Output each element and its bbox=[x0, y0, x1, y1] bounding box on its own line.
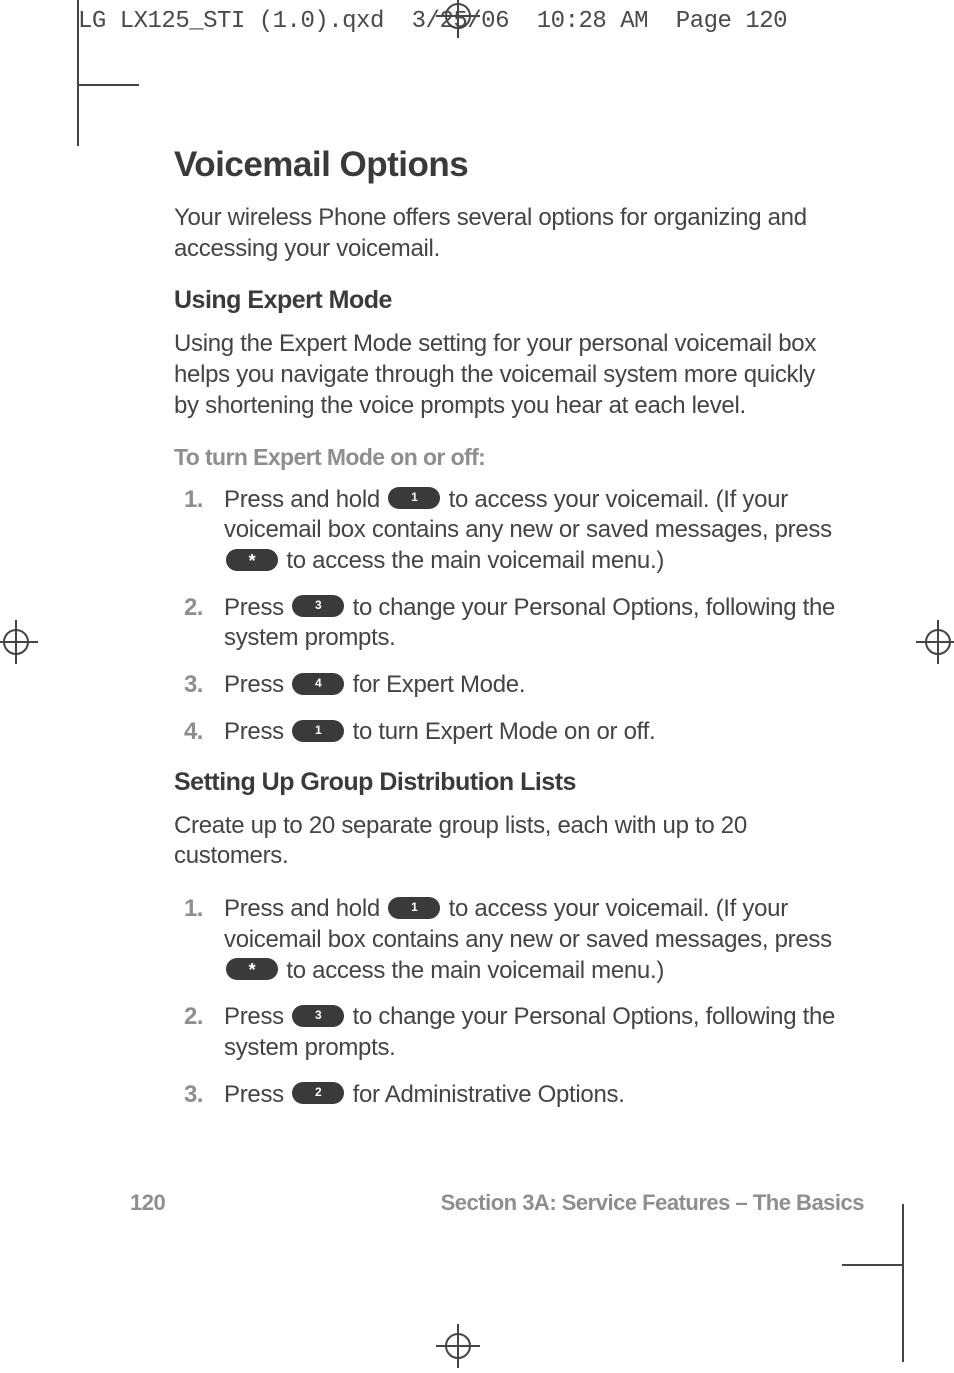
file-header: LG LX125_STI (1.0).qxd 3/25/06 10:28 AM … bbox=[78, 8, 787, 35]
footer: 120 Section 3A: Service Features – The B… bbox=[130, 1190, 864, 1216]
page-title: Voicemail Options bbox=[174, 145, 844, 185]
step-item: 1.Press and hold 1 to access your voicem… bbox=[174, 894, 844, 986]
phone-key-icon: 1 bbox=[388, 897, 440, 919]
phone-key-icon: 1 bbox=[292, 720, 344, 742]
step-item: 3.Press 4 for Expert Mode. bbox=[174, 670, 844, 701]
phone-key-icon: * bbox=[226, 958, 278, 980]
step-number: 1. bbox=[184, 485, 203, 516]
section-label: Section 3A: Service Features – The Basic… bbox=[441, 1190, 864, 1216]
phone-key-icon: 3 bbox=[292, 1005, 344, 1027]
step-number: 1. bbox=[184, 894, 203, 925]
content-area: Voicemail Options Your wireless Phone of… bbox=[174, 145, 844, 1130]
registration-mark-icon bbox=[916, 620, 954, 664]
registration-mark-icon bbox=[0, 620, 38, 664]
step-number: 2. bbox=[184, 593, 203, 624]
lead-in: To turn Expert Mode on or off: bbox=[174, 444, 844, 471]
registration-mark-icon bbox=[436, 1324, 480, 1368]
phone-key-icon: 3 bbox=[292, 595, 344, 617]
page-number: 120 bbox=[130, 1190, 165, 1216]
step-item: 1.Press and hold 1 to access your voicem… bbox=[174, 485, 844, 577]
steps-list-group-lists: 1.Press and hold 1 to access your voicem… bbox=[174, 894, 844, 1110]
steps-list-expert-mode: 1.Press and hold 1 to access your voicem… bbox=[174, 485, 844, 748]
phone-key-icon: 1 bbox=[388, 487, 440, 509]
crop-mark bbox=[902, 1266, 904, 1362]
section-heading-group-lists: Setting Up Group Distribution Lists bbox=[174, 768, 844, 797]
crop-mark bbox=[77, 84, 139, 146]
phone-key-icon: 2 bbox=[292, 1082, 344, 1104]
step-item: 4.Press 1 to turn Expert Mode on or off. bbox=[174, 717, 844, 748]
section-body: Create up to 20 separate group lists, ea… bbox=[174, 811, 844, 872]
step-number: 2. bbox=[184, 1002, 203, 1033]
section-body: Using the Expert Mode setting for your p… bbox=[174, 329, 844, 421]
step-item: 2.Press 3 to change your Personal Option… bbox=[174, 593, 844, 654]
page: LG LX125_STI (1.0).qxd 3/25/06 10:28 AM … bbox=[0, 0, 954, 1362]
step-number: 3. bbox=[184, 1080, 203, 1111]
step-number: 3. bbox=[184, 670, 203, 701]
step-item: 2.Press 3 to change your Personal Option… bbox=[174, 1002, 844, 1063]
phone-key-icon: 4 bbox=[292, 673, 344, 695]
section-heading-expert-mode: Using Expert Mode bbox=[174, 286, 844, 315]
phone-key-icon: * bbox=[226, 549, 278, 571]
step-item: 3.Press 2 for Administrative Options. bbox=[174, 1080, 844, 1111]
intro-paragraph: Your wireless Phone offers several optio… bbox=[174, 203, 844, 264]
step-number: 4. bbox=[184, 717, 203, 748]
